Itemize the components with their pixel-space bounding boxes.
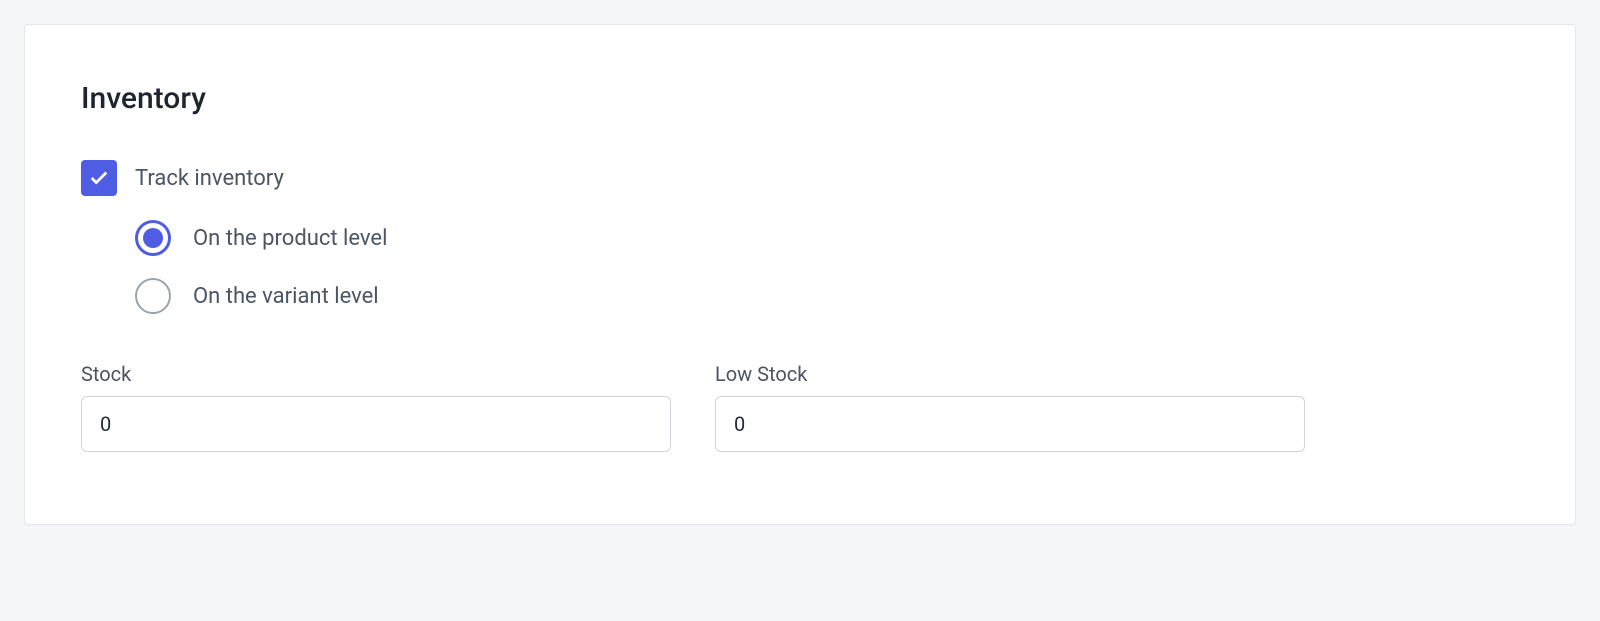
check-icon bbox=[88, 167, 110, 189]
radio-label-variant-level: On the variant level bbox=[193, 284, 379, 309]
track-inventory-row: Track inventory bbox=[81, 160, 1519, 196]
inventory-card: Inventory Track inventory On the product… bbox=[24, 24, 1576, 525]
radio-dot-icon bbox=[143, 228, 163, 248]
radio-row-variant-level: On the variant level bbox=[135, 278, 1519, 314]
low-stock-input[interactable] bbox=[715, 396, 1305, 452]
inventory-level-radio-group: On the product level On the variant leve… bbox=[135, 220, 1519, 314]
radio-row-product-level: On the product level bbox=[135, 220, 1519, 256]
stock-input[interactable] bbox=[81, 396, 671, 452]
radio-product-level[interactable] bbox=[135, 220, 171, 256]
stock-fields-row: Stock Low Stock bbox=[81, 362, 1519, 452]
stock-label: Stock bbox=[81, 362, 671, 386]
track-inventory-checkbox[interactable] bbox=[81, 160, 117, 196]
low-stock-label: Low Stock bbox=[715, 362, 1305, 386]
radio-label-product-level: On the product level bbox=[193, 226, 387, 251]
low-stock-field: Low Stock bbox=[715, 362, 1305, 452]
radio-variant-level[interactable] bbox=[135, 278, 171, 314]
stock-field: Stock bbox=[81, 362, 671, 452]
track-inventory-label: Track inventory bbox=[135, 166, 284, 191]
section-title: Inventory bbox=[81, 81, 1519, 116]
